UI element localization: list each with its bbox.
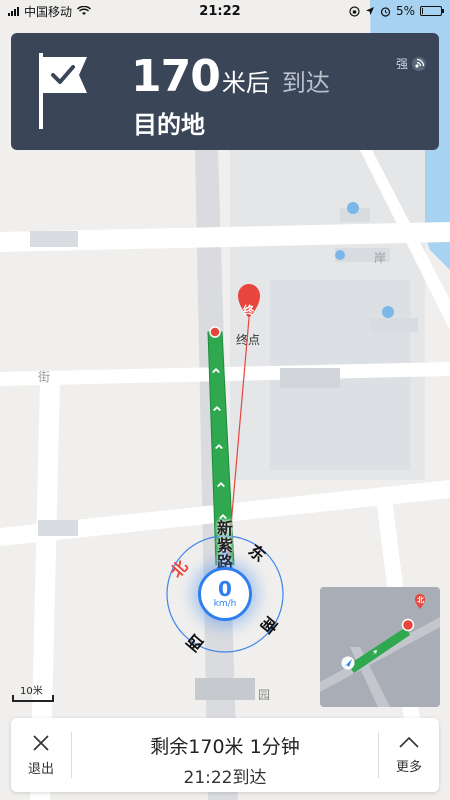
battery-percent: 5%	[395, 4, 415, 18]
close-icon	[33, 734, 49, 751]
distance-unit: 米后	[221, 69, 270, 97]
trip-summary[interactable]: 剩余170米 1分钟 21:22到达	[71, 718, 379, 792]
overview-minimap[interactable]: 北	[320, 587, 440, 707]
minimap-canvas	[320, 587, 440, 707]
poi-label-blurred	[195, 678, 255, 700]
location-icon	[365, 7, 374, 15]
scale-bar	[12, 695, 54, 702]
exit-label: 退出	[27, 761, 54, 777]
poi-fragment-label: 岸	[374, 251, 387, 265]
map-scale: 10米	[12, 682, 54, 704]
destination-marker-text: 终	[243, 304, 254, 317]
guidance-distance: 170 米后 到达	[131, 51, 330, 102]
exit-button[interactable]: 退出	[11, 718, 71, 792]
speed-indicator: 0 km/h	[198, 567, 252, 621]
status-bar: 中国移动 21:22 5%	[0, 0, 450, 22]
poi-label-blurred	[280, 368, 340, 388]
road-name: 新紫路	[216, 519, 233, 572]
guidance-card[interactable]: 170 米后 到达 目的地 强	[11, 33, 439, 150]
wifi-icon	[77, 6, 92, 15]
status-time: 21:22	[199, 3, 241, 19]
guidance-action: 到达	[281, 69, 330, 97]
rotation-lock-icon	[349, 5, 360, 17]
poi-label-blurred	[38, 520, 78, 536]
poi-icon[interactable]	[382, 306, 394, 318]
chevron-up-icon	[399, 736, 419, 748]
alarm-icon	[380, 6, 391, 17]
speed-unit: km/h	[213, 599, 237, 609]
trip-bottom-bar: 退出 剩余170米 1分钟 21:22到达 更多	[11, 718, 439, 792]
poi-icon[interactable]	[335, 250, 345, 260]
distance-number: 170	[131, 51, 221, 102]
poi-label-blurred	[370, 318, 418, 332]
more-label: 更多	[395, 759, 422, 775]
trip-remaining: 剩余170米 1分钟	[150, 736, 300, 758]
speed-value: 0	[218, 577, 232, 601]
street-fragment-label: 园	[258, 688, 271, 702]
gps-signal-icon	[412, 56, 426, 71]
street-fragment-label: 街	[38, 370, 51, 384]
cell-signal-icon	[8, 6, 19, 16]
guidance-destination: 目的地	[133, 111, 205, 139]
trip-arrival-time: 21:22到达	[183, 768, 267, 788]
destination-flag-icon	[39, 53, 87, 129]
gps-strength-label: 强	[395, 57, 408, 71]
destination-label: 终点	[236, 333, 261, 347]
poi-label-blurred	[30, 231, 78, 247]
minimap-north-label: 北	[417, 596, 424, 604]
poi-icon[interactable]	[347, 202, 359, 214]
battery-icon	[419, 6, 444, 16]
route-start-dot	[209, 326, 221, 338]
more-button[interactable]: 更多	[379, 718, 439, 792]
carrier-name: 中国移动	[24, 4, 73, 19]
gps-strength: 强	[396, 55, 427, 72]
